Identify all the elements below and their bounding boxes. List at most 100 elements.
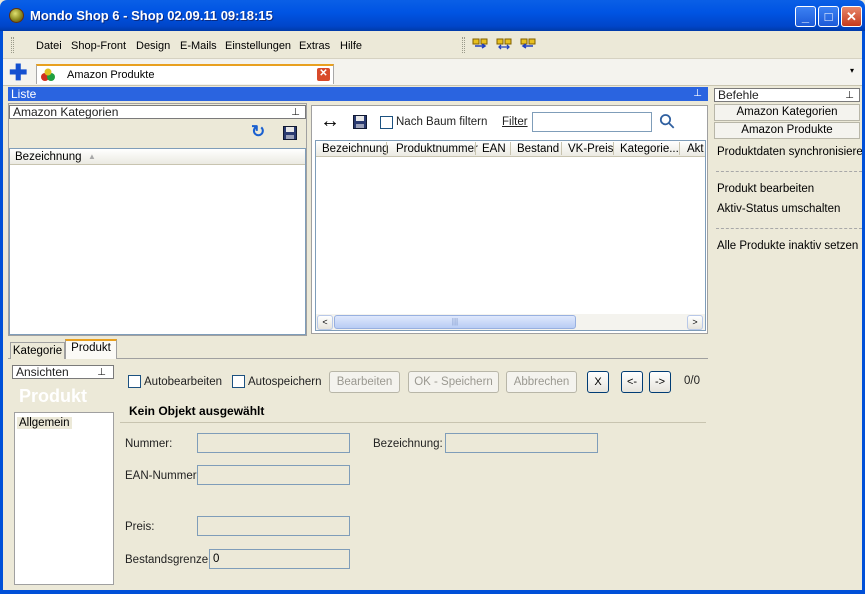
befehle-title: Befehle <box>718 88 759 102</box>
filter-label: Filter <box>502 116 528 128</box>
befehle-header: Befehle ⊥ <box>714 88 860 102</box>
bezeichnung-label: Bezeichnung: <box>373 438 443 450</box>
col-vk-preis[interactable]: VK-Preis <box>568 141 613 157</box>
tab-kategorie[interactable]: Kategorie <box>10 342 65 359</box>
col-bestand[interactable]: Bestand <box>517 141 559 157</box>
autobearbeiten-label: Autobearbeiten <box>144 376 223 388</box>
close-tab-icon[interactable]: ✕ <box>317 68 330 81</box>
col-aktiv[interactable]: Akt <box>687 141 704 157</box>
kategorien-tree[interactable]: Bezeichnung ▲ <box>9 148 306 335</box>
products-table-header: Bezeichnung Produktnummer EAN Bestand VK… <box>316 141 705 157</box>
bearbeiten-button[interactable]: Bearbeiten <box>329 371 400 393</box>
col-sep[interactable] <box>679 142 680 155</box>
liste-pin-icon[interactable]: ⊥ <box>693 87 702 101</box>
save-products-icon[interactable] <box>353 115 367 129</box>
col-sep[interactable] <box>613 142 614 155</box>
tab-amazon-produkte[interactable]: Amazon Produkte ✕ <box>36 64 334 84</box>
autobearbeiten-checkbox[interactable] <box>128 375 141 388</box>
kategorien-title: Amazon Kategorien <box>13 105 119 119</box>
menu-emails[interactable]: E-Mails <box>180 40 217 52</box>
ok-speichern-button[interactable]: OK - Speichern <box>408 371 499 393</box>
tab-dropdown-icon[interactable]: ▾ <box>850 66 854 75</box>
menu-einstellungen[interactable]: Einstellungen <box>225 40 291 52</box>
scroll-left-button[interactable]: < <box>317 315 333 330</box>
filter-input[interactable] <box>532 112 652 132</box>
col-ean[interactable]: EAN <box>482 141 506 157</box>
record-counter: 0/0 <box>684 375 700 387</box>
amazon-produkte-icon <box>41 68 55 81</box>
toolbar-grip-icon[interactable] <box>462 37 465 53</box>
kategorien-header: Amazon Kategorien ⊥ <box>9 105 306 119</box>
sort-asc-icon: ▲ <box>88 152 96 161</box>
minimize-button[interactable]: _ <box>795 6 816 27</box>
import-icon[interactable] <box>472 38 488 52</box>
editor-divider <box>120 422 706 423</box>
window-border-bottom <box>0 590 865 594</box>
ansichten-header: Ansichten ⊥ <box>12 365 114 379</box>
scroll-right-button[interactable]: > <box>687 315 703 330</box>
nach-baum-filtern-checkbox[interactable] <box>380 116 393 129</box>
autospeichern-label: Autospeichern <box>248 376 322 388</box>
col-sep[interactable] <box>561 142 562 155</box>
befehle-panel <box>712 87 862 589</box>
cmd-aktiv-status-umschalten[interactable]: Aktiv-Status umschalten <box>717 203 840 215</box>
cmd-produktdaten-synchronisieren[interactable]: Produktdaten synchronisieren <box>717 146 865 158</box>
add-tab-icon[interactable]: ✚ <box>9 62 27 84</box>
products-table[interactable]: Bezeichnung Produktnummer EAN Bestand VK… <box>315 140 706 331</box>
swap-icon[interactable]: ↔ <box>320 111 340 131</box>
befehle-pin-icon[interactable]: ⊥ <box>845 89 854 103</box>
export-icon[interactable] <box>520 38 536 52</box>
menu-design[interactable]: Design <box>136 40 170 52</box>
refresh-icon[interactable]: ↻ <box>251 123 265 141</box>
menu-datei[interactable]: Datei <box>36 40 62 52</box>
next-record-button[interactable]: -> <box>649 371 671 393</box>
cmd-produkt-bearbeiten[interactable]: Produkt bearbeiten <box>717 183 814 195</box>
close-window-button[interactable]: ✕ <box>841 6 862 27</box>
sync-icon[interactable] <box>496 38 512 52</box>
abbrechen-button[interactable]: Abbrechen <box>506 371 577 393</box>
col-sep[interactable] <box>510 142 511 155</box>
amazon-produkte-button[interactable]: Amazon Produkte <box>714 122 860 139</box>
delete-record-button[interactable]: X <box>587 371 609 393</box>
ansicht-allgemein[interactable]: Allgemein <box>17 417 72 429</box>
tab-produkt[interactable]: Produkt <box>65 339 117 359</box>
col-sep[interactable] <box>386 142 387 155</box>
bezeichnung-field[interactable] <box>445 433 598 453</box>
previous-record-button[interactable]: <- <box>621 371 643 393</box>
nummer-field[interactable] <box>197 433 350 453</box>
ansichten-heading: Produkt <box>19 386 88 406</box>
menu-hilfe[interactable]: Hilfe <box>340 40 362 52</box>
menu-grip-icon[interactable] <box>11 37 14 53</box>
ansichten-pin-icon[interactable]: ⊥ <box>97 366 106 380</box>
bestandsgrenze-field[interactable]: 0 <box>209 549 350 569</box>
maximize-button[interactable]: □ <box>818 6 839 27</box>
menu-shop-front[interactable]: Shop-Front <box>71 40 126 52</box>
liste-header: Liste ⊥ <box>8 87 708 101</box>
nummer-label: Nummer: <box>125 438 173 450</box>
window-border-left <box>0 31 3 594</box>
col-produktnummer[interactable]: Produktnummer <box>396 141 478 157</box>
kategorien-pin-icon[interactable]: ⊥ <box>291 106 300 120</box>
amazon-kategorien-button[interactable]: Amazon Kategorien <box>714 104 860 121</box>
menu-bar <box>0 31 865 59</box>
save-kategorien-icon[interactable] <box>283 126 297 140</box>
ean-label: EAN-Nummer: <box>125 470 200 482</box>
status-text: Kein Objekt ausgewählt <box>129 404 265 418</box>
bestandsgrenze-label: Bestandsgrenze: <box>125 554 212 566</box>
window-title: Mondo Shop 6 - Shop 02.09.11 09:18:15 <box>30 8 273 23</box>
scroll-thumb[interactable]: ||| <box>334 315 576 329</box>
col-kategorie[interactable]: Kategorie... <box>620 141 679 157</box>
ansichten-list[interactable]: Allgemein <box>14 412 114 585</box>
cmd-alle-produkte-inaktiv[interactable]: Alle Produkte inaktiv setzen <box>717 240 858 252</box>
preis-field[interactable] <box>197 516 350 536</box>
autospeichern-checkbox[interactable] <box>232 375 245 388</box>
col-bezeichnung[interactable]: Bezeichnung <box>322 141 389 157</box>
col-sep[interactable] <box>475 142 476 155</box>
preis-label: Preis: <box>125 521 155 533</box>
kategorien-column-header[interactable]: Bezeichnung ▲ <box>10 149 305 165</box>
ean-field[interactable] <box>197 465 350 485</box>
menu-extras[interactable]: Extras <box>299 40 330 52</box>
app-icon[interactable] <box>9 8 24 23</box>
horizontal-scrollbar[interactable]: < ||| > <box>316 314 705 330</box>
nach-baum-filtern-label: Nach Baum filtern <box>396 116 488 128</box>
